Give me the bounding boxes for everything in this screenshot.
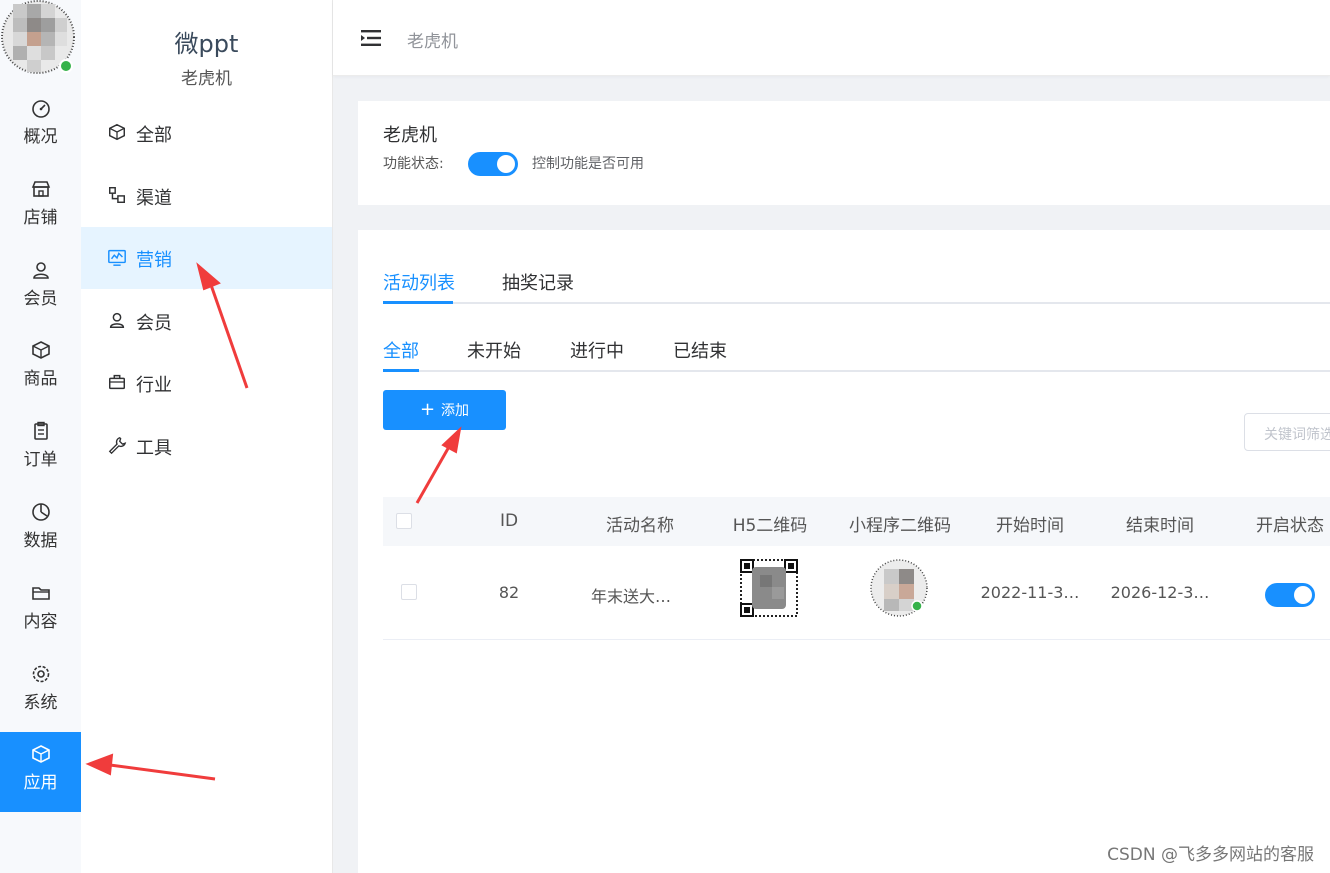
nav2-item[interactable]: 工具 bbox=[81, 415, 332, 477]
marketing-chart-icon bbox=[108, 249, 126, 266]
cell-start-time: 2022-11-3… bbox=[980, 583, 1080, 602]
select-all-checkbox[interactable] bbox=[396, 513, 412, 529]
cell-id: 82 bbox=[498, 583, 520, 602]
rail-item-label: 店铺 bbox=[23, 207, 58, 228]
plus-icon: + bbox=[419, 399, 436, 420]
feature-card: 老虎机 功能状态: 控制功能是否可用 bbox=[358, 101, 1330, 205]
cell-activity-name[interactable]: 年末送大… bbox=[575, 583, 687, 607]
avatar[interactable] bbox=[0, 0, 81, 75]
rail-item[interactable]: 会员 bbox=[0, 248, 81, 328]
table-header: ID 活动名称 H5二维码 小程序二维码 开始时间 结束时间 开启状态 bbox=[383, 497, 1330, 546]
subtab-not-started[interactable]: 未开始 bbox=[467, 337, 521, 363]
brand-title: 微ppt bbox=[174, 30, 239, 58]
rail-item-label: 商品 bbox=[23, 369, 58, 390]
subtab-in-progress[interactable]: 进行中 bbox=[570, 337, 624, 363]
box-icon bbox=[31, 341, 50, 360]
nav2-item[interactable]: 营销 bbox=[81, 227, 332, 289]
nav2-item[interactable]: 行业 bbox=[81, 352, 332, 414]
keyword-filter-input[interactable]: 关键词筛选 bbox=[1244, 413, 1330, 451]
cube-icon bbox=[109, 123, 125, 141]
rail-item[interactable]: 应用 bbox=[0, 732, 81, 813]
rail-item[interactable]: 订单 bbox=[0, 409, 81, 489]
nav2-item-label: 营销 bbox=[136, 250, 172, 271]
sub-tabs-divider bbox=[383, 370, 1330, 372]
row-checkbox[interactable] bbox=[401, 584, 417, 600]
rail-item-label: 订单 bbox=[23, 450, 58, 471]
nav2-item-label: 工具 bbox=[136, 437, 172, 459]
nav2-item-label: 行业 bbox=[136, 375, 172, 396]
rail-item[interactable]: 商品 bbox=[0, 328, 81, 408]
col-h5-qrcode: H5二维码 bbox=[732, 516, 808, 536]
col-start-time: 开始时间 bbox=[996, 516, 1064, 536]
sub-tab-indicator bbox=[383, 369, 419, 372]
row-enabled-switch[interactable] bbox=[1265, 583, 1315, 607]
table-row: 82 年末送大… 2022-11-3… 2026-12-3… bbox=[383, 546, 1330, 640]
nav2-item[interactable]: 渠道 bbox=[81, 165, 332, 227]
folder-icon bbox=[31, 586, 50, 600]
rail-item[interactable]: 数据 bbox=[0, 490, 81, 570]
col-end-time: 结束时间 bbox=[1126, 516, 1194, 536]
nav2-item-label: 会员 bbox=[136, 312, 172, 334]
brand-subtitle: 老虎机 bbox=[181, 69, 232, 89]
dashboard-icon bbox=[31, 100, 50, 118]
switch-knob bbox=[497, 155, 515, 173]
briefcase-icon bbox=[109, 374, 125, 390]
watermark: CSDN @飞多多网站的客服 bbox=[1107, 845, 1314, 865]
main-sidebar: 概况店铺会员商品订单数据内容系统应用 bbox=[0, 0, 81, 873]
feature-status-desc: 控制功能是否可用 bbox=[532, 156, 644, 172]
cell-end-time: 2026-12-3… bbox=[1110, 583, 1210, 602]
main-tabs-divider bbox=[383, 302, 1330, 304]
collapse-menu-icon[interactable] bbox=[361, 30, 381, 46]
col-miniprogram-qrcode: 小程序二维码 bbox=[849, 516, 951, 536]
activity-card: 活动列表 抽奖记录 全部 未开始 进行中 已结束 + 添加 关键词筛选 ID 活动… bbox=[358, 230, 1330, 873]
col-activity-name: 活动名称 bbox=[606, 516, 674, 536]
col-enabled-status: 开启状态 bbox=[1256, 516, 1324, 536]
shop-icon bbox=[31, 180, 50, 197]
feature-status-switch[interactable] bbox=[468, 152, 518, 176]
nav2-item[interactable]: 会员 bbox=[81, 290, 332, 352]
feature-status-label: 功能状态: bbox=[383, 156, 444, 172]
rail-item[interactable]: 系统 bbox=[0, 652, 81, 732]
miniprogram-qrcode-image[interactable] bbox=[870, 559, 928, 617]
add-button[interactable]: + 添加 bbox=[383, 390, 506, 430]
channel-icon bbox=[109, 186, 125, 203]
col-id: ID bbox=[499, 511, 519, 531]
tab-draw-records[interactable]: 抽奖记录 bbox=[502, 269, 574, 295]
tab-activity-list[interactable]: 活动列表 bbox=[383, 269, 455, 295]
rail-item[interactable]: 店铺 bbox=[0, 167, 81, 247]
nav2-item[interactable]: 全部 bbox=[81, 102, 332, 164]
rail-item-label: 会员 bbox=[23, 288, 58, 309]
add-button-label: 添加 bbox=[441, 403, 470, 419]
rail-item-label: 概况 bbox=[23, 127, 58, 147]
rail-item-label: 系统 bbox=[23, 692, 58, 713]
h5-qrcode-image[interactable] bbox=[740, 559, 798, 617]
breadcrumb: 老虎机 bbox=[407, 32, 458, 52]
rail-item[interactable]: 概况 bbox=[0, 86, 81, 166]
top-header: 老虎机 bbox=[333, 0, 1330, 76]
rail-item-label: 应用 bbox=[23, 773, 58, 794]
user-icon bbox=[109, 312, 125, 328]
nav2-item-label: 渠道 bbox=[136, 187, 172, 209]
pie-chart-icon bbox=[31, 503, 50, 521]
rail-item-label: 数据 bbox=[23, 531, 58, 551]
subtab-ended[interactable]: 已结束 bbox=[673, 337, 727, 363]
gear-icon bbox=[32, 665, 49, 682]
rail-item[interactable]: 内容 bbox=[0, 571, 81, 651]
wrench-icon bbox=[108, 436, 127, 454]
nav2-item-label: 全部 bbox=[136, 125, 172, 146]
rail-item-label: 内容 bbox=[23, 611, 58, 632]
subtab-all[interactable]: 全部 bbox=[383, 337, 419, 363]
clipboard-icon bbox=[33, 421, 48, 440]
switch-knob bbox=[1294, 586, 1312, 604]
main-tab-indicator bbox=[383, 301, 453, 304]
cube-icon bbox=[31, 745, 50, 764]
user-icon bbox=[32, 261, 49, 279]
feature-title: 老虎机 bbox=[383, 125, 437, 146]
secondary-sidebar: 微ppt 老虎机 全部渠道营销会员行业工具 bbox=[81, 0, 333, 873]
